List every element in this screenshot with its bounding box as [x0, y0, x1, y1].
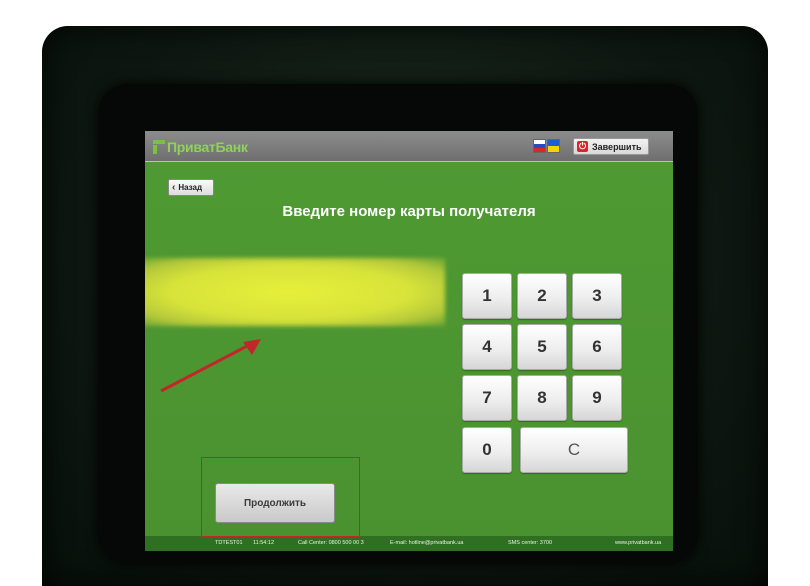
status-footer: TDTEST01 11:54:12 Call Center: 0800 500 …: [145, 536, 673, 551]
key-8[interactable]: 8: [517, 375, 567, 421]
key-6[interactable]: 6: [572, 324, 622, 370]
annotation-highlight-box: [201, 457, 360, 537]
key-4[interactable]: 4: [462, 324, 512, 370]
footer-sms: SMS center: 3700: [508, 540, 553, 546]
ukrainian-flag-icon[interactable]: [547, 139, 560, 153]
finish-button[interactable]: ⏻ Завершить: [573, 138, 649, 155]
footer-time: 11:54:12: [253, 540, 275, 546]
language-switcher[interactable]: [533, 139, 560, 153]
page-title: Введите номер карты получателя: [282, 203, 536, 220]
logo-mark-icon: [153, 140, 165, 154]
key-9[interactable]: 9: [572, 375, 622, 421]
power-icon: ⏻: [577, 141, 588, 152]
footer-site: www.privatbank.ua: [615, 540, 662, 546]
terminal-id: TDTEST01: [215, 540, 243, 546]
key-clear[interactable]: C: [520, 427, 628, 473]
finish-button-label: Завершить: [592, 141, 642, 152]
logo-text: ПриватБанк: [167, 139, 248, 155]
numeric-keypad: 1 2 3 4 5 6 7 8 9 0 C: [462, 273, 632, 478]
key-7[interactable]: 7: [462, 375, 512, 421]
card-number-field[interactable]: [145, 258, 445, 326]
footer-email: E-mail: hotline@privatbank.ua: [390, 540, 464, 546]
key-0[interactable]: 0: [462, 427, 512, 473]
key-3[interactable]: 3: [572, 273, 622, 319]
top-bar: ПриватБанк ⏻ Завершить: [145, 131, 673, 162]
chevron-left-icon: ‹: [172, 181, 176, 193]
privatbank-logo: ПриватБанк: [153, 138, 248, 156]
footer-call-center: Call Center: 0800 500 00 3: [298, 540, 364, 546]
russian-flag-icon[interactable]: [533, 139, 546, 153]
back-button-label: Назад: [178, 183, 203, 192]
key-1[interactable]: 1: [462, 273, 512, 319]
annotation-arrow-icon: [160, 339, 261, 393]
key-5[interactable]: 5: [517, 324, 567, 370]
key-2[interactable]: 2: [517, 273, 567, 319]
back-button[interactable]: ‹ Назад: [168, 179, 214, 196]
